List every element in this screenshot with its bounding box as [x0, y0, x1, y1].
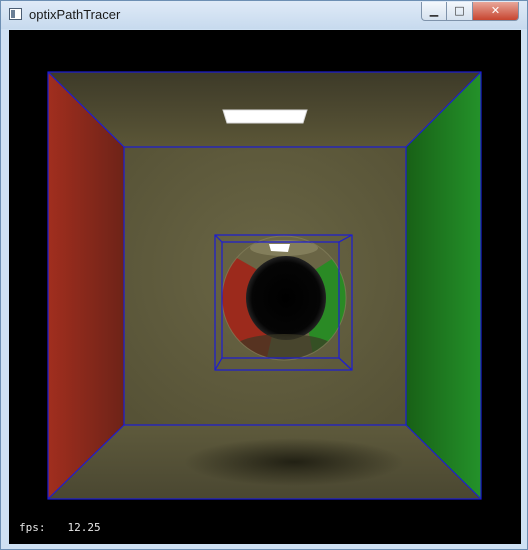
fps-value: 12.25: [67, 521, 101, 534]
close-button[interactable]: ✕: [473, 2, 519, 21]
title-bar[interactable]: optixPathTracer ▁ □ ✕: [1, 1, 527, 29]
area-light: [222, 109, 308, 124]
maximize-button[interactable]: □: [447, 2, 473, 21]
sphere-light-reflection: [269, 244, 290, 252]
window-title: optixPathTracer: [29, 7, 121, 22]
fps-label: fps:: [19, 521, 46, 534]
render-viewport[interactable]: fps: 12.25: [9, 30, 521, 544]
floor-shadow: [184, 438, 404, 486]
minimize-button[interactable]: ▁: [421, 2, 447, 21]
fps-counter: fps: 12.25: [19, 521, 101, 534]
rendered-scene: [47, 71, 482, 500]
app-window: optixPathTracer ▁ □ ✕ fps: 12.25: [0, 0, 528, 550]
app-window-icon[interactable]: [9, 8, 22, 20]
